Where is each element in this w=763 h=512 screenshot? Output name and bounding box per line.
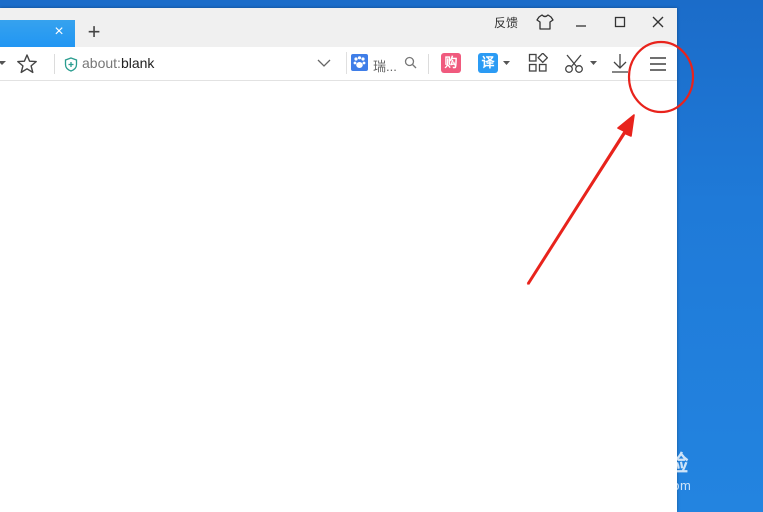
dropdown-chevron-icon[interactable]: [317, 58, 331, 68]
url-path: blank: [120, 55, 155, 71]
watermark-suffix: 经验: [644, 451, 689, 476]
watermark-brand: Bai: [584, 451, 619, 476]
address-bar[interactable]: about:blank: [82, 55, 154, 71]
new-tab-button[interactable]: +: [84, 21, 104, 43]
download-icon[interactable]: [610, 52, 630, 74]
navigation-toolbar: about:blank 瑞... 购 译: [0, 47, 677, 81]
watermark-logo: Bai 经验: [584, 446, 688, 478]
active-tab[interactable]: ×: [0, 20, 75, 47]
menu-hamburger-icon[interactable]: [648, 55, 668, 73]
toolbar-separator: [428, 54, 429, 74]
search-box[interactable]: 瑞...: [346, 52, 419, 74]
shield-icon: [64, 57, 78, 72]
scissors-dropdown-icon[interactable]: [590, 61, 597, 66]
translate-dropdown-icon[interactable]: [503, 61, 510, 66]
watermark-domain: jingyan.baidu.com: [578, 478, 692, 493]
url-scheme: about:: [82, 55, 121, 71]
close-icon[interactable]: [648, 12, 668, 32]
address-separator: [54, 54, 55, 74]
paw-search-icon: [351, 54, 368, 71]
magnifier-icon[interactable]: [404, 56, 417, 69]
scissors-icon[interactable]: [564, 53, 586, 75]
apps-grid-icon[interactable]: [528, 53, 548, 73]
chevron-down-icon[interactable]: [0, 59, 6, 67]
feedback-link[interactable]: 反馈: [494, 14, 518, 31]
maximize-icon[interactable]: [610, 12, 630, 32]
minimize-icon[interactable]: [571, 12, 591, 32]
tab-close-icon[interactable]: ×: [51, 24, 67, 40]
skin-shirt-icon[interactable]: [536, 13, 554, 31]
shop-button[interactable]: 购: [441, 53, 461, 73]
search-suggestion: 瑞...: [373, 59, 397, 74]
browser-window: × + 反馈 about:blank 瑞... 购 译: [0, 8, 677, 512]
blank-page-content[interactable]: [0, 81, 677, 512]
star-icon[interactable]: [16, 53, 38, 75]
title-bar: × + 反馈: [0, 8, 677, 47]
translate-button[interactable]: 译: [478, 53, 498, 73]
